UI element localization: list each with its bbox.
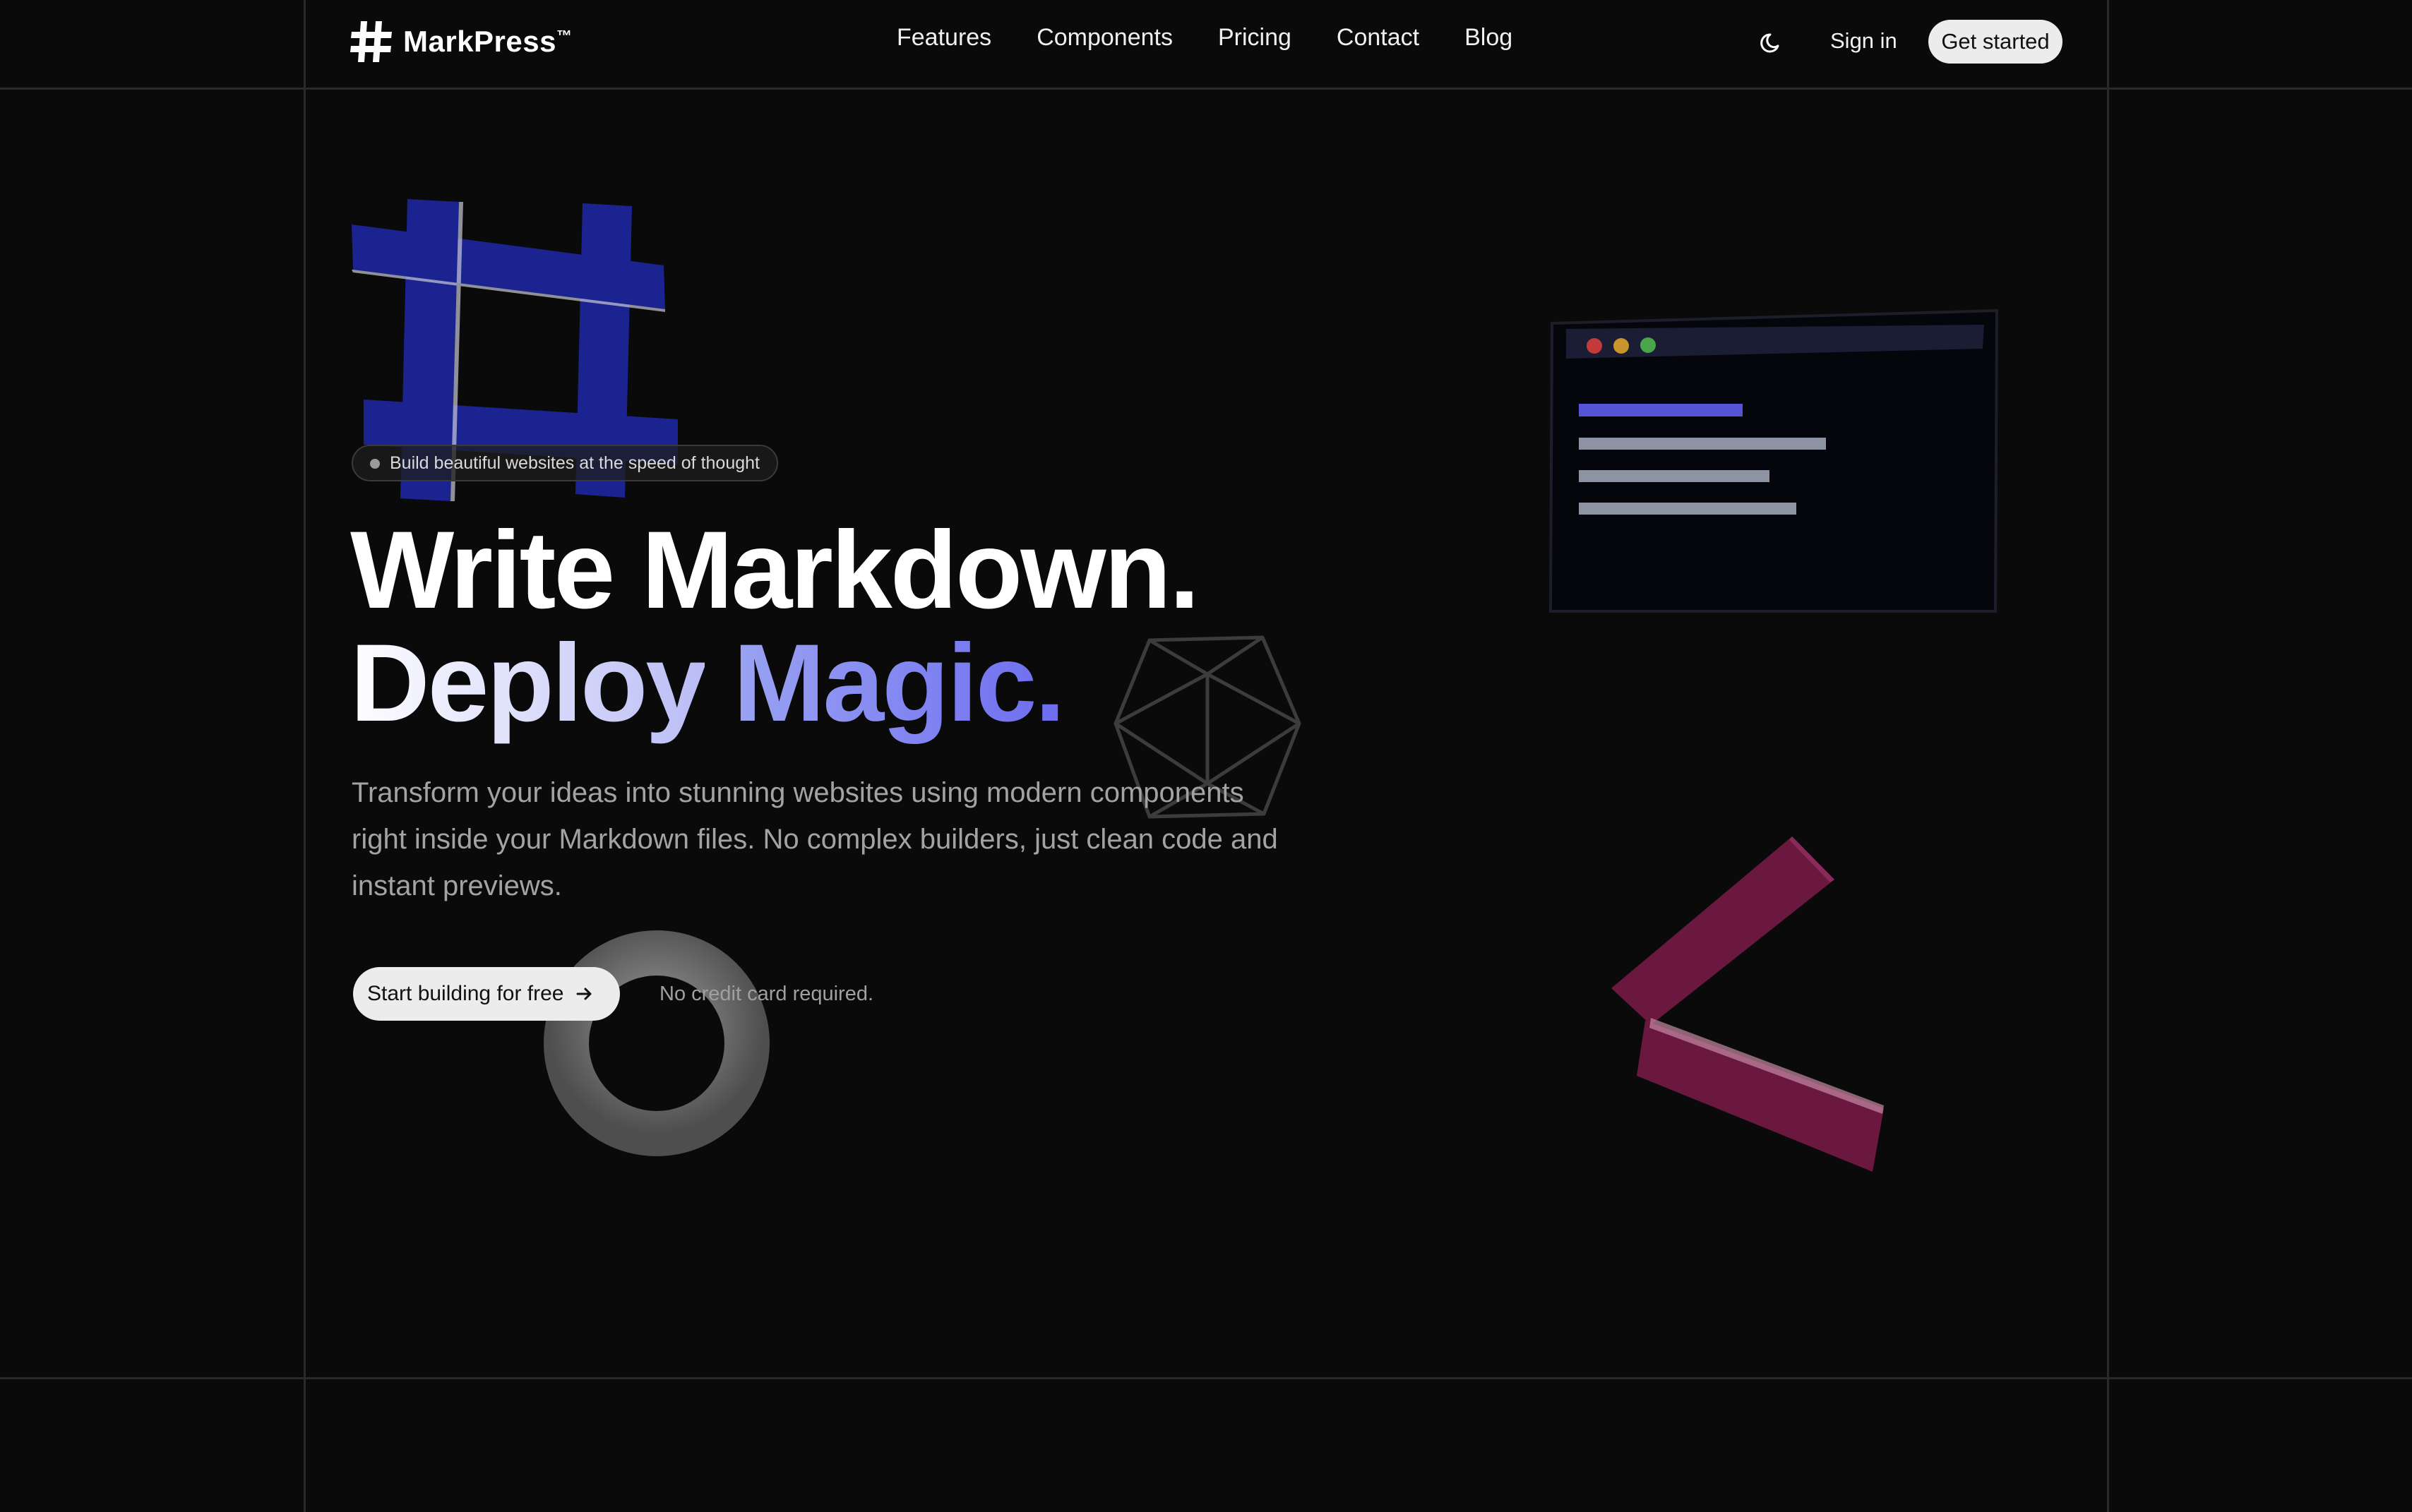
headline-deploy: Deploy <box>350 622 707 745</box>
frame-line-top <box>0 88 2412 90</box>
brand-logo[interactable]: MarkPress™ <box>350 20 572 64</box>
headline-line-1: Write Markdown. <box>350 509 1200 632</box>
moon-icon <box>1760 33 1779 53</box>
nav-link-contact[interactable]: Contact <box>1337 24 1419 52</box>
chevron-3d-shape-icon <box>1611 836 1884 1172</box>
brand-name: MarkPress™ <box>403 25 573 58</box>
nav-link-blog[interactable]: Blog <box>1464 24 1512 52</box>
frame-line-left <box>304 0 306 1512</box>
no-credit-card-note: No credit card required. <box>659 983 874 1005</box>
torus-3d-shape-icon <box>544 930 770 1156</box>
badge-dot-icon <box>370 459 380 469</box>
sign-in-link[interactable]: Sign in <box>1830 28 1897 54</box>
frame-line-right <box>2107 0 2109 1512</box>
hero-badge: Build beautiful websites at the speed of… <box>352 445 778 481</box>
badge-text: Build beautiful websites at the speed of… <box>390 452 760 473</box>
hash-logo-icon <box>350 21 392 62</box>
nav-link-pricing[interactable]: Pricing <box>1218 24 1291 52</box>
hero-description: Transform your ideas into stunning websi… <box>352 777 1278 901</box>
arrow-right-icon <box>576 988 592 1000</box>
cta-label: Start building for free <box>367 982 564 1005</box>
nav-link-components[interactable]: Components <box>1037 24 1173 52</box>
headline-magic: Magic. <box>733 622 1065 745</box>
start-building-button[interactable]: Start building for free <box>353 967 621 1021</box>
get-started-button[interactable]: Get started <box>1928 20 2062 64</box>
frame-line-bottom <box>0 1377 2412 1379</box>
headline-line-2: Deploy Magic. <box>350 627 1198 740</box>
top-navigation: MarkPress™ Features Components Pricing C… <box>0 0 2412 88</box>
theme-toggle-button[interactable] <box>1758 28 1786 56</box>
nav-link-features[interactable]: Features <box>897 24 991 52</box>
main-menu: Features Components Pricing Contact Blog <box>897 24 1512 52</box>
code-window-3d-icon <box>1548 309 1998 613</box>
hero-headline: Write Markdown. Deploy Magic. <box>350 509 1200 740</box>
